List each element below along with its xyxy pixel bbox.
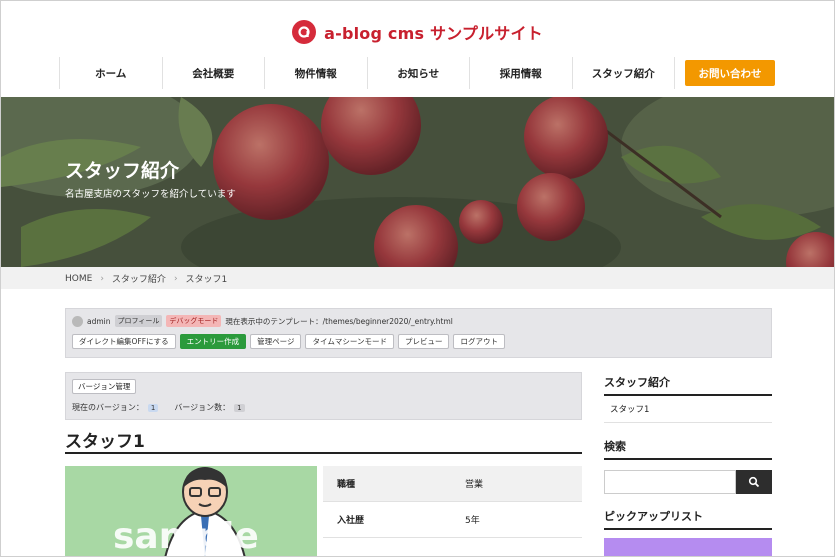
version-count-value: 1 <box>234 403 245 412</box>
admin-user: admin <box>87 316 111 326</box>
sidebar-staff-link[interactable]: スタッフ1 <box>604 396 772 423</box>
nav-item-recruit[interactable]: 採用情報 <box>469 57 572 89</box>
current-version-label: 現在のバージョン： <box>72 403 144 412</box>
sidebar-pickup: ピックアップリスト <box>604 508 772 556</box>
direct-edit-off-button[interactable]: ダイレクト編集OFFにする <box>72 334 176 349</box>
logo-icon <box>292 20 317 44</box>
preview-button[interactable]: プレビュー <box>397 334 450 349</box>
version-count-label: バージョン数： <box>174 403 231 412</box>
sidebar-pickup-heading: ピックアップリスト <box>604 508 772 530</box>
template-info: 現在表示中のテンプレート：/themes/beginner2020/_entry… <box>225 316 453 326</box>
nav-item-property[interactable]: 物件情報 <box>264 57 367 89</box>
breadcrumb: HOME › スタッフ紹介 › スタッフ1 <box>1 267 834 289</box>
table-row: 入社歴 5年 <box>323 502 582 538</box>
nav-item-news[interactable]: お知らせ <box>366 57 470 89</box>
sidebar-staff: スタッフ紹介 スタッフ1 <box>604 374 772 423</box>
version-manage-button[interactable]: バージョン管理 <box>72 379 137 394</box>
admin-toolbar: admin プロフィール デバッグモード 現在表示中のテンプレート：/theme… <box>65 308 772 358</box>
sample-watermark: sample <box>113 516 259 557</box>
nav-item-staff[interactable]: スタッフ紹介 <box>571 57 675 89</box>
search-input[interactable] <box>604 470 736 494</box>
spec-key: 入社歴 <box>337 516 365 526</box>
hero-subtitle: 名古屋支店のスタッフを紹介しています <box>65 189 236 200</box>
staff-spec-table: 職種 営業 入社歴 5年 <box>323 466 582 538</box>
logout-button[interactable]: ログアウト <box>453 334 505 349</box>
search-button[interactable] <box>736 470 772 494</box>
search-icon <box>748 476 760 488</box>
nav-item-company[interactable]: 会社概要 <box>161 57 265 89</box>
spec-key: 職種 <box>337 480 356 490</box>
table-row: 職種 営業 <box>323 466 582 502</box>
entry-title: スタッフ1 <box>65 432 145 452</box>
pickup-thumbnail[interactable] <box>604 538 772 556</box>
spec-value: 5年 <box>465 516 480 526</box>
create-entry-button[interactable]: エントリー作成 <box>179 334 247 349</box>
chevron-right-icon: › <box>100 273 104 284</box>
hero-title: スタッフ紹介 <box>65 160 180 182</box>
current-version-value: 1 <box>147 403 159 412</box>
chevron-right-icon: › <box>173 273 178 284</box>
sidebar-search-heading: 検索 <box>604 438 772 460</box>
breadcrumb-home[interactable]: HOME <box>65 274 92 284</box>
title-divider <box>65 452 582 454</box>
profile-link[interactable]: プロフィール <box>114 315 163 327</box>
person-illustration: sample <box>65 466 317 557</box>
site-logo[interactable]: a-blog cms サンプルサイト <box>1 17 834 47</box>
global-nav: ホーム 会社概要 物件情報 お知らせ 採用情報 スタッフ紹介 お問い合わせ <box>59 57 775 89</box>
staff-photo: sample <box>65 466 317 557</box>
debug-mode-badge[interactable]: デバッグモード <box>166 315 222 327</box>
breadcrumb-staff[interactable]: スタッフ紹介 <box>112 272 166 285</box>
avatar <box>72 315 83 327</box>
admin-page-button[interactable]: 管理ページ <box>250 334 302 349</box>
spec-value: 営業 <box>465 480 484 490</box>
sidebar-staff-heading: スタッフ紹介 <box>604 374 772 396</box>
breadcrumb-current: スタッフ1 <box>185 275 228 285</box>
site-title: a-blog cms サンプルサイト <box>324 24 543 43</box>
contact-button[interactable]: お問い合わせ <box>685 60 775 86</box>
version-panel: バージョン管理 現在のバージョン： 1 バージョン数： 1 <box>65 372 582 420</box>
hero-banner: スタッフ紹介 名古屋支店のスタッフを紹介しています <box>1 97 834 267</box>
nav-item-home[interactable]: ホーム <box>59 57 162 89</box>
browser-page: a-blog cms サンプルサイト ホーム 会社概要 物件情報 お知らせ 採用… <box>0 0 835 557</box>
time-machine-button[interactable]: タイムマシーンモード <box>305 334 394 349</box>
sidebar-search: 検索 <box>604 438 772 494</box>
